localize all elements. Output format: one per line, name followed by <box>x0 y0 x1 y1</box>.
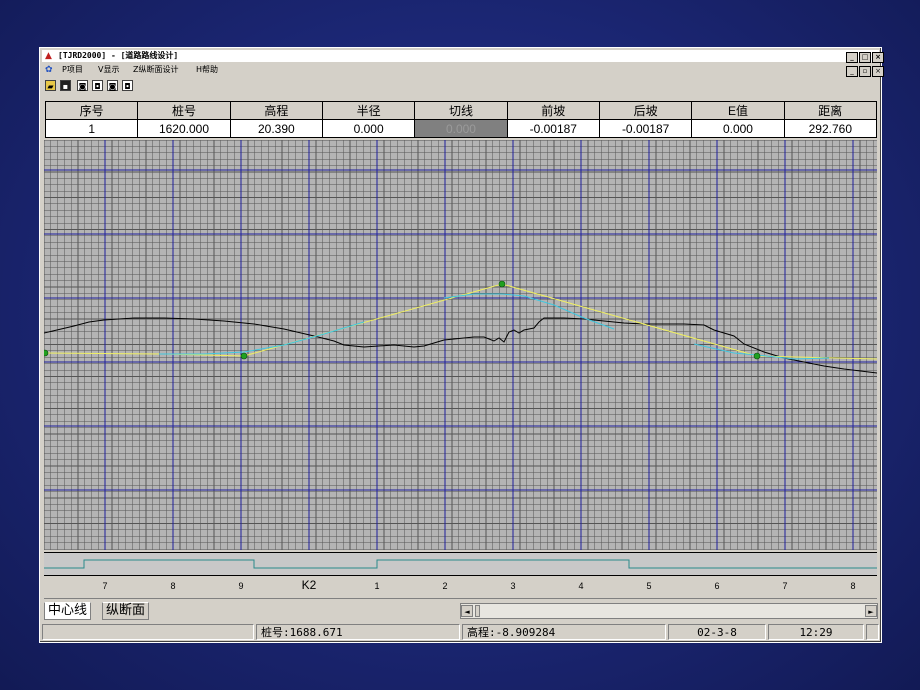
col-elevation[interactable]: 高程 <box>229 101 323 120</box>
cell-radius[interactable]: 0.000 <box>321 119 416 138</box>
maximize-button[interactable]: □ <box>859 52 871 63</box>
mdi-close-button[interactable]: × <box>872 66 884 77</box>
zoom-out-icon[interactable]: ◘ <box>92 80 103 91</box>
tab-profile[interactable]: 纵断面 <box>102 602 150 620</box>
pvi-point[interactable] <box>240 352 248 360</box>
ruler-label: 8 <box>170 581 176 591</box>
ruler-label: 5 <box>646 581 652 591</box>
status-time: 12:29 <box>768 624 864 640</box>
toolbar: ▰ ▪ ◙ ◘ ◙ ◘ <box>42 79 879 93</box>
scroll-left-icon[interactable]: ◄ <box>461 605 473 617</box>
menu-project[interactable]: P项目 <box>62 63 83 77</box>
pvi-table: 序号 桩号 高程 半径 切线 前坡 后坡 E值 距离 1 1620.000 20… <box>44 101 878 138</box>
ruler-label: 9 <box>238 581 244 591</box>
open-icon[interactable]: ▰ <box>45 80 56 91</box>
status-elevation: 高程:-8.909284 <box>462 624 666 640</box>
table-header-row: 序号 桩号 高程 半径 切线 前坡 后坡 E值 距离 <box>44 101 878 120</box>
horizontal-scrollbar[interactable]: ◄ ► <box>460 603 878 619</box>
scroll-thumb[interactable] <box>475 605 480 617</box>
ruler-label: K2 <box>301 578 317 592</box>
ruler-label: 7 <box>782 581 788 591</box>
col-back-grade[interactable]: 后坡 <box>598 101 693 120</box>
profile-canvas[interactable] <box>44 140 877 550</box>
title-bar[interactable]: ▲ [TJRD2000] - [道路路线设计] _ □ × <box>42 50 884 63</box>
menu-view[interactable]: V显示 <box>98 63 119 77</box>
app-icon: ▲ <box>45 51 52 61</box>
window-title: [TJRD2000] - [道路路线设计] <box>58 51 179 60</box>
ruler-label: 7 <box>102 581 108 591</box>
zoom-window-icon[interactable]: ◙ <box>107 80 118 91</box>
resize-grip-icon[interactable] <box>866 624 879 640</box>
col-tangent[interactable]: 切线 <box>414 101 508 120</box>
cell-e-value[interactable]: 0.000 <box>691 119 785 138</box>
col-front-grade[interactable]: 前坡 <box>506 101 600 120</box>
ruler-label: 6 <box>714 581 720 591</box>
col-station[interactable]: 桩号 <box>137 101 231 120</box>
cell-back-grade[interactable]: -0.00187 <box>598 119 693 138</box>
menu-bar: ✿ P项目 V显示 Z纵断面设计 H帮助 _ ▫ × <box>42 63 884 77</box>
canvas-background <box>44 140 877 550</box>
col-e-value[interactable]: E值 <box>691 101 785 120</box>
zoom-in-icon[interactable]: ◙ <box>77 80 88 91</box>
horizontal-alignment-diagram <box>44 559 877 569</box>
zoom-all-icon[interactable]: ◘ <box>122 80 133 91</box>
pvi-point[interactable] <box>753 352 761 360</box>
tab-centerline[interactable]: 中心线 <box>44 602 92 620</box>
menu-profile-design[interactable]: Z纵断面设计 <box>133 63 178 77</box>
ruler-label: 1 <box>374 581 380 591</box>
document-icon[interactable]: ✿ <box>45 65 53 75</box>
menu-help[interactable]: H帮助 <box>196 63 218 77</box>
ruler-label: 3 <box>510 581 516 591</box>
pvi-point[interactable] <box>44 349 49 357</box>
status-message <box>42 624 254 640</box>
table-row[interactable]: 1 1620.000 20.390 0.000 0.000 -0.00187 -… <box>44 119 878 138</box>
cell-front-grade[interactable]: -0.00187 <box>506 119 600 138</box>
col-distance[interactable]: 距离 <box>783 101 878 120</box>
tab-bar: 中心线 纵断面 ◄ ► <box>42 601 879 620</box>
save-icon[interactable]: ▪ <box>60 80 71 91</box>
scroll-right-icon[interactable]: ► <box>865 605 877 617</box>
cell-tangent[interactable]: 0.000 <box>414 119 508 138</box>
curvature-band <box>44 552 877 576</box>
close-button[interactable]: × <box>872 52 884 63</box>
ruler-label: 4 <box>578 581 584 591</box>
cell-distance[interactable]: 292.760 <box>783 119 878 138</box>
minimize-button[interactable]: _ <box>846 52 858 63</box>
status-station: 桩号:1688.671 <box>256 624 460 640</box>
station-ruler: 7 8 9 K2 1 2 3 4 5 6 7 8 <box>44 577 877 599</box>
pvi-point[interactable] <box>498 280 506 288</box>
ruler-label: 2 <box>442 581 448 591</box>
cell-station[interactable]: 1620.000 <box>137 119 231 138</box>
col-index[interactable]: 序号 <box>44 101 139 120</box>
status-bar: 桩号:1688.671 高程:-8.909284 02-3-8 12:29 <box>42 624 879 641</box>
app-window: ▲ [TJRD2000] - [道路路线设计] _ □ × ✿ P项目 V显示 … <box>39 47 884 643</box>
mdi-minimize-button[interactable]: _ <box>846 66 858 77</box>
mdi-restore-button[interactable]: ▫ <box>859 66 871 77</box>
status-date: 02-3-8 <box>668 624 766 640</box>
col-radius[interactable]: 半径 <box>321 101 416 120</box>
cell-elevation[interactable]: 20.390 <box>229 119 323 138</box>
ruler-label: 8 <box>850 581 856 591</box>
cell-index[interactable]: 1 <box>44 119 139 138</box>
